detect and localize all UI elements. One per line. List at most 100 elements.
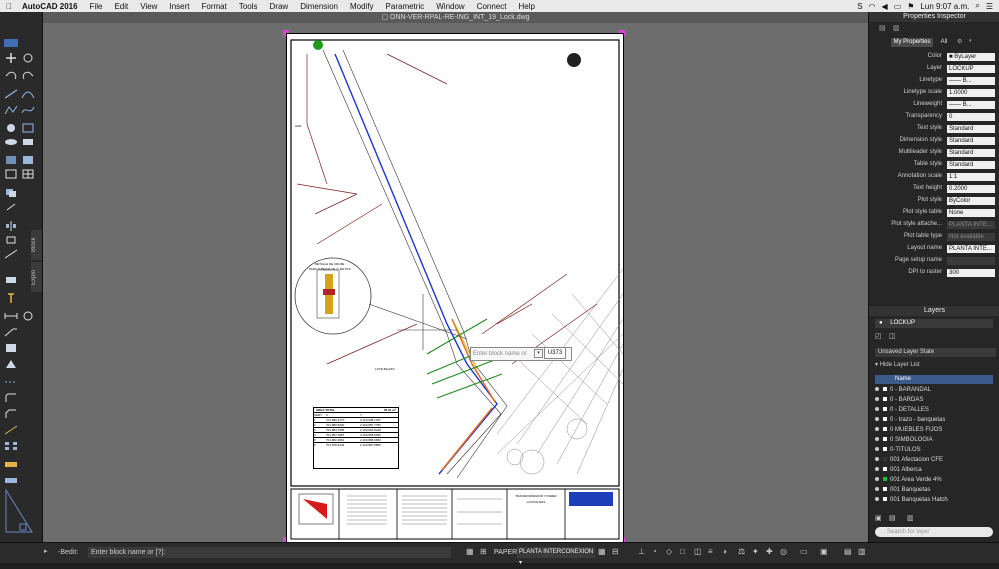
layer-icon[interactable]: [3, 458, 19, 470]
prop-transparency[interactable]: Transparency 0: [869, 112, 999, 123]
line-icon[interactable]: [3, 88, 19, 100]
layer-item[interactable]: 001 Banquetas: [875, 485, 995, 495]
tab-my-properties[interactable]: My Properties: [891, 38, 933, 47]
object-snap-icon[interactable]: □: [680, 547, 690, 557]
copy-icon[interactable]: [3, 187, 19, 199]
insert-icon[interactable]: [3, 358, 19, 370]
trim-icon[interactable]: [3, 248, 19, 260]
spline-icon[interactable]: [20, 104, 36, 116]
region-icon[interactable]: [20, 136, 36, 148]
app-menu[interactable]: AutoCAD 2016: [18, 2, 84, 11]
prop-lineweight[interactable]: Lineweight —— B...: [869, 100, 999, 111]
menu-edit[interactable]: Edit: [108, 2, 134, 11]
layer-item[interactable]: 0 - BARANDAL: [875, 385, 995, 395]
layer-item[interactable]: 001 Area Verde 4%: [875, 475, 995, 485]
layer-item[interactable]: 0 MUEBLES FIJOS: [875, 425, 995, 435]
model-grid-icon[interactable]: ▦: [598, 547, 608, 557]
flag-icon[interactable]: ⚑: [907, 2, 914, 11]
menu-window[interactable]: Window: [430, 2, 470, 11]
block-tab[interactable]: Block: [31, 230, 42, 260]
select-tool-icon[interactable]: [3, 37, 19, 49]
current-layer-select[interactable]: ● LOCKUP: [875, 319, 993, 328]
gradient-icon[interactable]: [20, 154, 36, 166]
wifi-icon[interactable]: ◠: [869, 2, 876, 11]
drawing-canvas[interactable]: ▢ ONN-VER-RPAL-RE-ING_INT_19_Lock.dwg AV…: [43, 12, 868, 543]
layer-search-input[interactable]: Search for layer: [875, 527, 993, 537]
move-icon[interactable]: [3, 52, 19, 64]
boundary-icon[interactable]: [3, 168, 19, 180]
orbit-icon[interactable]: [20, 52, 36, 64]
menu-help[interactable]: Help: [512, 2, 540, 11]
hatch-icon[interactable]: [3, 154, 19, 166]
layer-item[interactable]: 0 - DETALLES: [875, 405, 995, 415]
circle-icon[interactable]: [3, 122, 19, 134]
command-line-input[interactable]: Enter block name or [?]:: [88, 547, 451, 558]
toggle-icon[interactable]: ◐: [969, 38, 973, 44]
menu-insert[interactable]: Insert: [163, 2, 195, 11]
polyline-icon[interactable]: [3, 104, 19, 116]
prop-plot-style[interactable]: Plot style ByColor: [869, 196, 999, 207]
menu-file[interactable]: File: [84, 2, 109, 11]
block-icon[interactable]: [3, 342, 19, 354]
prop-dpi-to-raster[interactable]: DPI to raster 300: [869, 268, 999, 279]
prop-layer[interactable]: Layer LOCKUP: [869, 64, 999, 75]
prop-linetype-scale[interactable]: Linetype scale 1.0000: [869, 88, 999, 99]
break-icon[interactable]: [3, 376, 19, 388]
clean-screen-icon[interactable]: ▣: [820, 547, 830, 557]
stretch-icon[interactable]: [3, 424, 19, 436]
layer-item[interactable]: 0-TITULOS: [875, 445, 995, 455]
layer-tools-icon[interactable]: ◫: [889, 332, 896, 340]
annotation-monitor-icon[interactable]: ✚: [766, 547, 776, 557]
arc-icon[interactable]: [20, 88, 36, 100]
workspace-icon[interactable]: ✦: [752, 547, 762, 557]
isodraft-icon[interactable]: ◇: [666, 547, 676, 557]
scale-icon[interactable]: [3, 234, 19, 246]
panel-icon[interactable]: ▤: [879, 24, 887, 32]
array-icon[interactable]: [3, 440, 19, 452]
tab-all[interactable]: All: [935, 38, 953, 47]
leader-icon[interactable]: [3, 326, 19, 338]
linear-dim-icon[interactable]: [20, 310, 36, 322]
explode-tab[interactable]: Explo: [31, 262, 42, 292]
notifications-icon[interactable]: ☰: [986, 2, 993, 11]
text-icon[interactable]: [3, 292, 19, 304]
menu-tools[interactable]: Tools: [233, 2, 264, 11]
prop-table-style[interactable]: Table style Standard: [869, 160, 999, 171]
prop-annotation-scale[interactable]: Annotation scale 1:1: [869, 172, 999, 183]
clock-text[interactable]: Lun 9:07 a.m.: [920, 2, 969, 11]
transparency-icon[interactable]: ◑: [722, 547, 732, 557]
sheet-icon[interactable]: ▥: [893, 24, 901, 32]
snap-mode-icon[interactable]: ⊟: [612, 547, 622, 557]
battery-icon[interactable]: ▭: [894, 2, 902, 11]
table-icon[interactable]: [20, 168, 36, 180]
layer-item[interactable]: 001 Afectacion CFE: [875, 455, 995, 465]
paper-space-label[interactable]: PAPER: [494, 547, 517, 558]
fullscreen-icon[interactable]: ▥: [858, 547, 868, 557]
delete-layer-icon[interactable]: ▥: [907, 514, 914, 522]
rectangle-icon[interactable]: [20, 122, 36, 134]
layer-name-header[interactable]: Name: [875, 375, 993, 384]
fillet-icon[interactable]: [3, 392, 19, 404]
3d-osnap-icon[interactable]: ◫: [694, 547, 704, 557]
polar-icon[interactable]: ◔: [652, 547, 662, 557]
rotate-icon[interactable]: [3, 201, 19, 213]
prop-plot-style-table[interactable]: Plot style table None: [869, 208, 999, 219]
apple-icon[interactable]: : [0, 2, 18, 11]
command-menu-icon[interactable]: ▸: [44, 547, 48, 555]
quick-select-icon[interactable]: ⚙: [957, 38, 962, 45]
add-layer-icon[interactable]: ▣: [875, 514, 882, 522]
prop-layout-name[interactable]: Layout name PLANTA INTE...: [869, 244, 999, 255]
dimension-icon[interactable]: [3, 310, 19, 322]
layout-select[interactable]: PLANTA INTERCONEXION ▾: [517, 547, 595, 566]
customization-icon[interactable]: ▤: [844, 547, 854, 557]
layer-item[interactable]: 0 - BARDAS: [875, 395, 995, 405]
annotation-scale-icon[interactable]: ⚖: [738, 547, 748, 557]
menu-modify[interactable]: Modify: [344, 2, 380, 11]
hide-layer-list[interactable]: ▾ Hide Layer List: [875, 361, 920, 368]
isolate-objects-icon[interactable]: ◎: [780, 547, 790, 557]
ortho-icon[interactable]: ⊥: [638, 547, 648, 557]
chamfer-icon[interactable]: [3, 408, 19, 420]
prop-text-height[interactable]: Text height 0.2000: [869, 184, 999, 195]
redo-icon[interactable]: [20, 70, 36, 82]
ellipse-icon[interactable]: [3, 136, 19, 148]
